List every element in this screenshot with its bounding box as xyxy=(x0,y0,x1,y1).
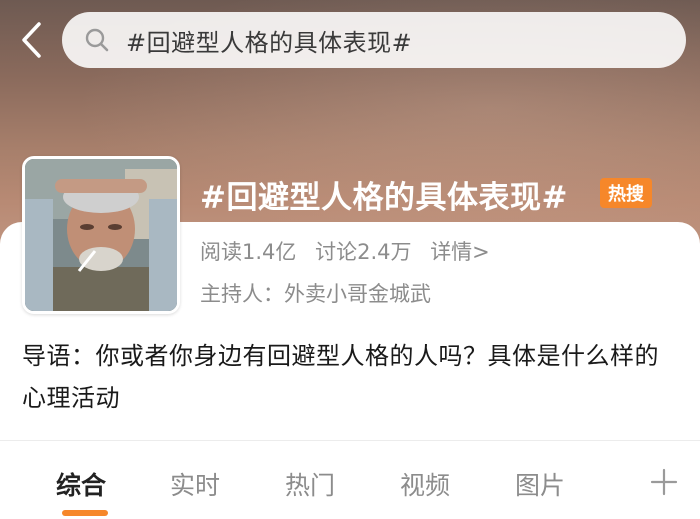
back-button[interactable] xyxy=(14,20,48,60)
hot-badge: 热搜 xyxy=(600,178,652,208)
topic-intro: 导语：你或者你身边有回避型人格的人吗？具体是什么样的心理活动 xyxy=(22,342,659,412)
chevron-left-icon xyxy=(22,22,41,58)
tab-bar: 综合 实时 热门 视频 图片 xyxy=(0,460,700,519)
tab-hot[interactable]: 热门 xyxy=(285,466,335,502)
topic-title: #回避型人格的具体表现# xyxy=(200,180,568,216)
detail-link[interactable]: 详情> xyxy=(430,240,490,264)
read-count: 阅读1.4亿 xyxy=(200,240,297,264)
topic-avatar[interactable] xyxy=(22,156,180,314)
avatar-photo xyxy=(25,159,177,311)
active-tab-indicator xyxy=(62,510,108,516)
tab-realtime[interactable]: 实时 xyxy=(170,466,220,502)
discussion-count: 讨论2.4万 xyxy=(315,240,412,264)
topic-host[interactable]: 主持人：外卖小哥金城武 xyxy=(200,278,431,308)
divider xyxy=(0,440,700,441)
topic-stats: 阅读1.4亿 讨论2.4万 详情> xyxy=(200,236,502,266)
search-icon xyxy=(85,28,109,52)
tab-images[interactable]: 图片 xyxy=(515,466,565,502)
tab-video[interactable]: 视频 xyxy=(400,466,450,502)
plus-icon[interactable] xyxy=(646,464,682,500)
search-bar[interactable]: #回避型人格的具体表现# xyxy=(62,12,686,68)
tab-comprehensive[interactable]: 综合 xyxy=(56,466,106,502)
search-query[interactable]: #回避型人格的具体表现# xyxy=(126,23,412,58)
